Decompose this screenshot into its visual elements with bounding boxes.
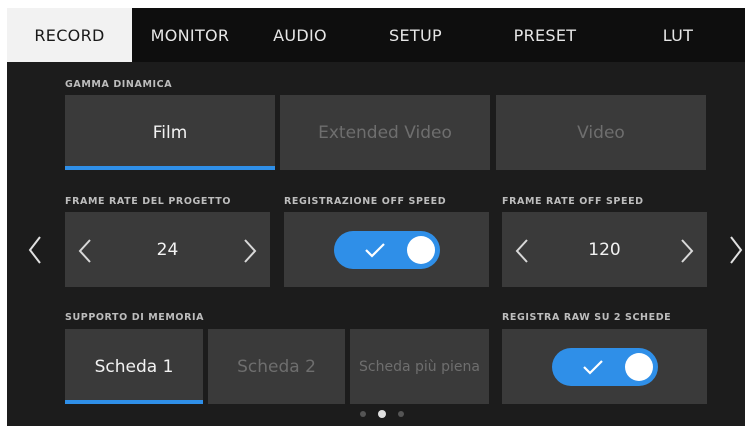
check-icon — [364, 242, 385, 258]
off-speed-frame-rate-label: FRAME RATE OFF SPEED — [502, 196, 644, 207]
camera-settings-screen: RECORD MONITOR AUDIO SETUP PRESET LUT GA… — [7, 8, 745, 426]
raw-two-cards-tile — [502, 329, 707, 404]
project-frame-rate-control: 24 — [65, 212, 270, 287]
chevron-right-icon[interactable] — [680, 238, 694, 264]
toggle-knob — [624, 352, 653, 381]
page-dot-3[interactable] — [398, 411, 404, 417]
dynamic-range-video[interactable]: Video — [496, 95, 706, 170]
toggle-knob — [406, 235, 435, 264]
project-frame-rate-label: FRAME RATE DEL PROGETTO — [65, 196, 232, 207]
media-card-2[interactable]: Scheda 2 — [208, 329, 345, 404]
raw-two-cards-label: REGISTRA RAW SU 2 SCHEDE — [502, 312, 672, 323]
tab-preset[interactable]: PRESET — [479, 8, 611, 62]
media-card-2-label: Scheda 2 — [237, 356, 316, 377]
dynamic-range-extended-video-label: Extended Video — [318, 122, 452, 143]
chevron-left-icon[interactable] — [78, 238, 92, 264]
tab-setup[interactable]: SETUP — [352, 8, 479, 62]
chevron-right-icon[interactable] — [243, 238, 257, 264]
selected-indicator — [65, 166, 275, 170]
page-dot-1[interactable] — [360, 411, 366, 417]
dynamic-range-label: GAMMA DINAMICA — [65, 79, 173, 90]
media-card-1[interactable]: Scheda 1 — [65, 329, 203, 404]
dynamic-range-extended-video[interactable]: Extended Video — [280, 95, 490, 170]
dynamic-range-film-label: Film — [152, 122, 188, 143]
off-speed-frame-rate-value: 120 — [588, 239, 621, 260]
chevron-left-icon[interactable] — [28, 235, 42, 265]
dynamic-range-video-label: Video — [577, 122, 625, 143]
chevron-left-icon[interactable] — [515, 238, 529, 264]
page-indicator — [360, 410, 404, 418]
recording-media-label: SUPPORTO DI MEMORIA — [65, 312, 205, 323]
project-frame-rate-value: 24 — [156, 239, 179, 260]
media-fullest-card-label: Scheda più piena — [359, 358, 480, 375]
tab-monitor[interactable]: MONITOR — [132, 8, 248, 62]
check-icon — [582, 359, 603, 375]
dynamic-range-film[interactable]: Film — [65, 95, 275, 170]
off-speed-recording-label: REGISTRAZIONE OFF SPEED — [284, 196, 447, 207]
media-card-1-label: Scheda 1 — [94, 356, 174, 377]
off-speed-frame-rate-control: 120 — [502, 212, 707, 287]
off-speed-recording-tile — [284, 212, 489, 287]
off-speed-recording-toggle[interactable] — [333, 230, 440, 269]
tab-record[interactable]: RECORD — [7, 8, 132, 62]
media-fullest-card[interactable]: Scheda più piena — [350, 329, 489, 404]
raw-two-cards-toggle[interactable] — [551, 347, 658, 386]
tab-audio[interactable]: AUDIO — [248, 8, 352, 62]
chevron-right-icon[interactable] — [729, 235, 743, 265]
tab-lut[interactable]: LUT — [611, 8, 745, 62]
selected-indicator — [65, 400, 203, 404]
page-dot-2[interactable] — [378, 410, 386, 418]
tab-bar: RECORD MONITOR AUDIO SETUP PRESET LUT — [7, 8, 745, 62]
